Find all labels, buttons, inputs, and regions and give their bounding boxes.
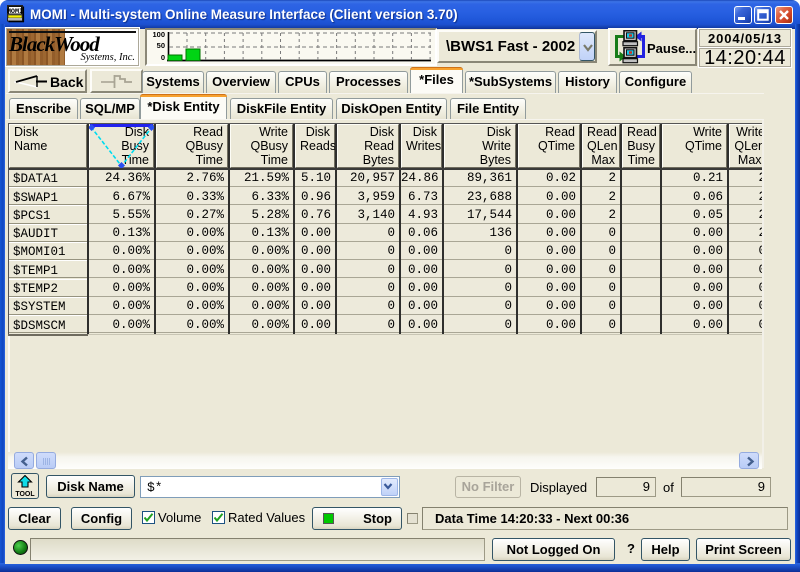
svg-text:100: 100 xyxy=(152,30,165,39)
svg-text:0: 0 xyxy=(161,53,165,62)
svg-text:MOMI: MOMI xyxy=(7,8,23,16)
svg-text:50: 50 xyxy=(157,41,165,50)
